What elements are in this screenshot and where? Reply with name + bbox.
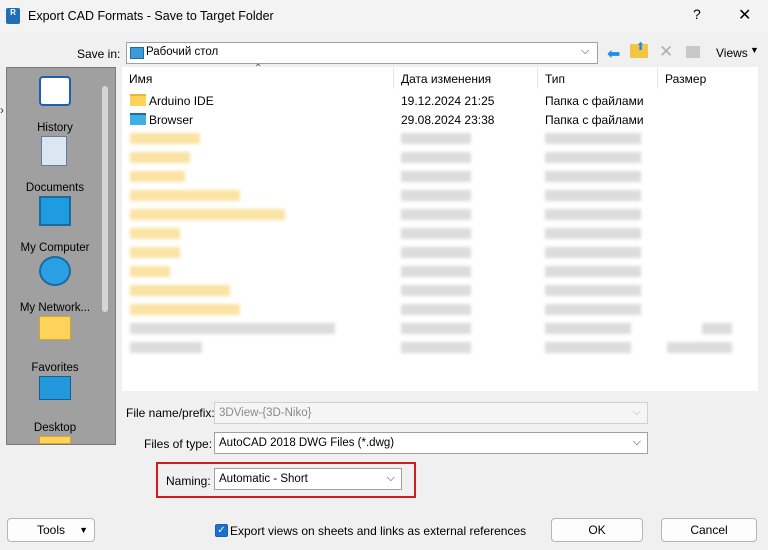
file-type-label: Files of type: (144, 437, 213, 451)
place-label: My Computer (20, 242, 90, 254)
folder-icon (39, 436, 71, 444)
file-row[interactable]: Browser 29.08.2024 23:38 Папка с файлами (122, 110, 758, 129)
network-icon (39, 256, 71, 286)
file-name: Browser (149, 113, 194, 127)
desktop-icon (130, 47, 144, 59)
file-name-input[interactable]: 3DView-{3D-Niko} ⌵ (214, 402, 648, 424)
column-date[interactable]: Дата изменения (394, 67, 538, 89)
views-caret-icon[interactable]: ▼ (750, 45, 759, 55)
history-icon (39, 76, 71, 106)
place-label: Documents (25, 182, 85, 194)
place-label: History (37, 122, 73, 134)
computer-icon (39, 196, 71, 226)
naming-dropdown[interactable]: Automatic - Short ⌵ (214, 468, 402, 490)
place-label: My Network... (19, 302, 91, 314)
close-button[interactable]: ✕ (738, 5, 751, 25)
naming-value: Automatic - Short (219, 473, 308, 485)
cancel-button[interactable]: Cancel (661, 518, 757, 542)
file-type: Папка с файлами (545, 94, 644, 108)
naming-label: Naming: (166, 474, 211, 488)
place-label: Desktop (33, 422, 77, 434)
expand-arrow-icon[interactable]: › (0, 103, 4, 117)
file-type: Папка с файлами (545, 113, 644, 127)
up-arrow-icon: ⬆ (636, 41, 646, 53)
file-name-label: File name/prefix: (126, 406, 215, 420)
blurred-row[interactable] (122, 167, 758, 186)
blurred-row[interactable] (122, 205, 758, 224)
places-bar: History Documents My Computer My Network… (6, 67, 116, 445)
file-name: Arduino IDE (149, 94, 214, 108)
save-in-label: Save in: (77, 47, 121, 61)
new-folder-icon[interactable] (686, 46, 700, 58)
export-views-checkbox[interactable]: ✓ (215, 524, 228, 537)
views-button[interactable]: Views (716, 46, 748, 60)
chevron-down-icon: ⌵ (581, 45, 590, 57)
file-list[interactable]: Имя ⌃ Дата изменения Тип Размер Arduino … (122, 63, 758, 391)
ok-button[interactable]: OK (551, 518, 643, 542)
chevron-down-icon: ⌵ (632, 406, 641, 418)
chevron-down-icon: ⌵ (386, 472, 395, 484)
delete-icon[interactable]: ✕ (659, 42, 673, 62)
file-type-dropdown[interactable]: AutoCAD 2018 DWG Files (*.dwg) ⌵ (214, 432, 648, 454)
caret-down-icon: ▼ (79, 525, 88, 535)
blurred-row[interactable] (122, 338, 758, 357)
file-date: 19.12.2024 21:25 (401, 94, 495, 108)
blurred-row[interactable] (122, 281, 758, 300)
tools-label: Tools (36, 523, 65, 537)
window-title: Export CAD Formats - Save to Target Fold… (28, 9, 274, 23)
save-in-dropdown[interactable]: Рабочий стол ⌵ (126, 42, 598, 64)
save-in-value: Рабочий стол (146, 46, 219, 58)
monitor-folder-icon (130, 113, 146, 125)
blurred-row[interactable] (122, 319, 758, 338)
folder-icon (130, 94, 146, 106)
file-date: 29.08.2024 23:38 (401, 113, 495, 127)
places-scrollbar[interactable] (102, 86, 108, 312)
column-size[interactable]: Размер (658, 67, 758, 89)
blurred-row[interactable] (122, 262, 758, 281)
column-type[interactable]: Тип (538, 67, 658, 89)
export-views-label: Export views on sheets and links as exte… (230, 524, 527, 538)
sort-ascending-icon: ⌃ (254, 63, 263, 74)
file-type-value: AutoCAD 2018 DWG Files (*.dwg) (219, 437, 395, 449)
file-name-value: 3DView-{3D-Niko} (219, 407, 312, 419)
chevron-down-icon: ⌵ (632, 436, 641, 448)
documents-icon (41, 136, 67, 166)
file-row[interactable]: Arduino IDE 19.12.2024 21:25 Папка с фай… (122, 91, 758, 110)
blurred-row[interactable] (122, 224, 758, 243)
back-arrow-icon[interactable]: ⬅ (607, 44, 620, 64)
blurred-row[interactable] (122, 148, 758, 167)
place-label: Favorites (31, 362, 79, 374)
blurred-row[interactable] (122, 300, 758, 319)
desktop-icon (39, 376, 71, 400)
revit-app-icon: R (6, 8, 20, 24)
blurred-row[interactable] (122, 243, 758, 262)
folder-icon (39, 316, 71, 340)
help-button[interactable]: ? (693, 6, 701, 22)
blurred-row[interactable] (122, 186, 758, 205)
title-bar: R Export CAD Formats - Save to Target Fo… (0, 0, 768, 32)
tools-button[interactable]: Tools ▼ (7, 518, 95, 542)
blurred-row[interactable] (122, 129, 758, 148)
